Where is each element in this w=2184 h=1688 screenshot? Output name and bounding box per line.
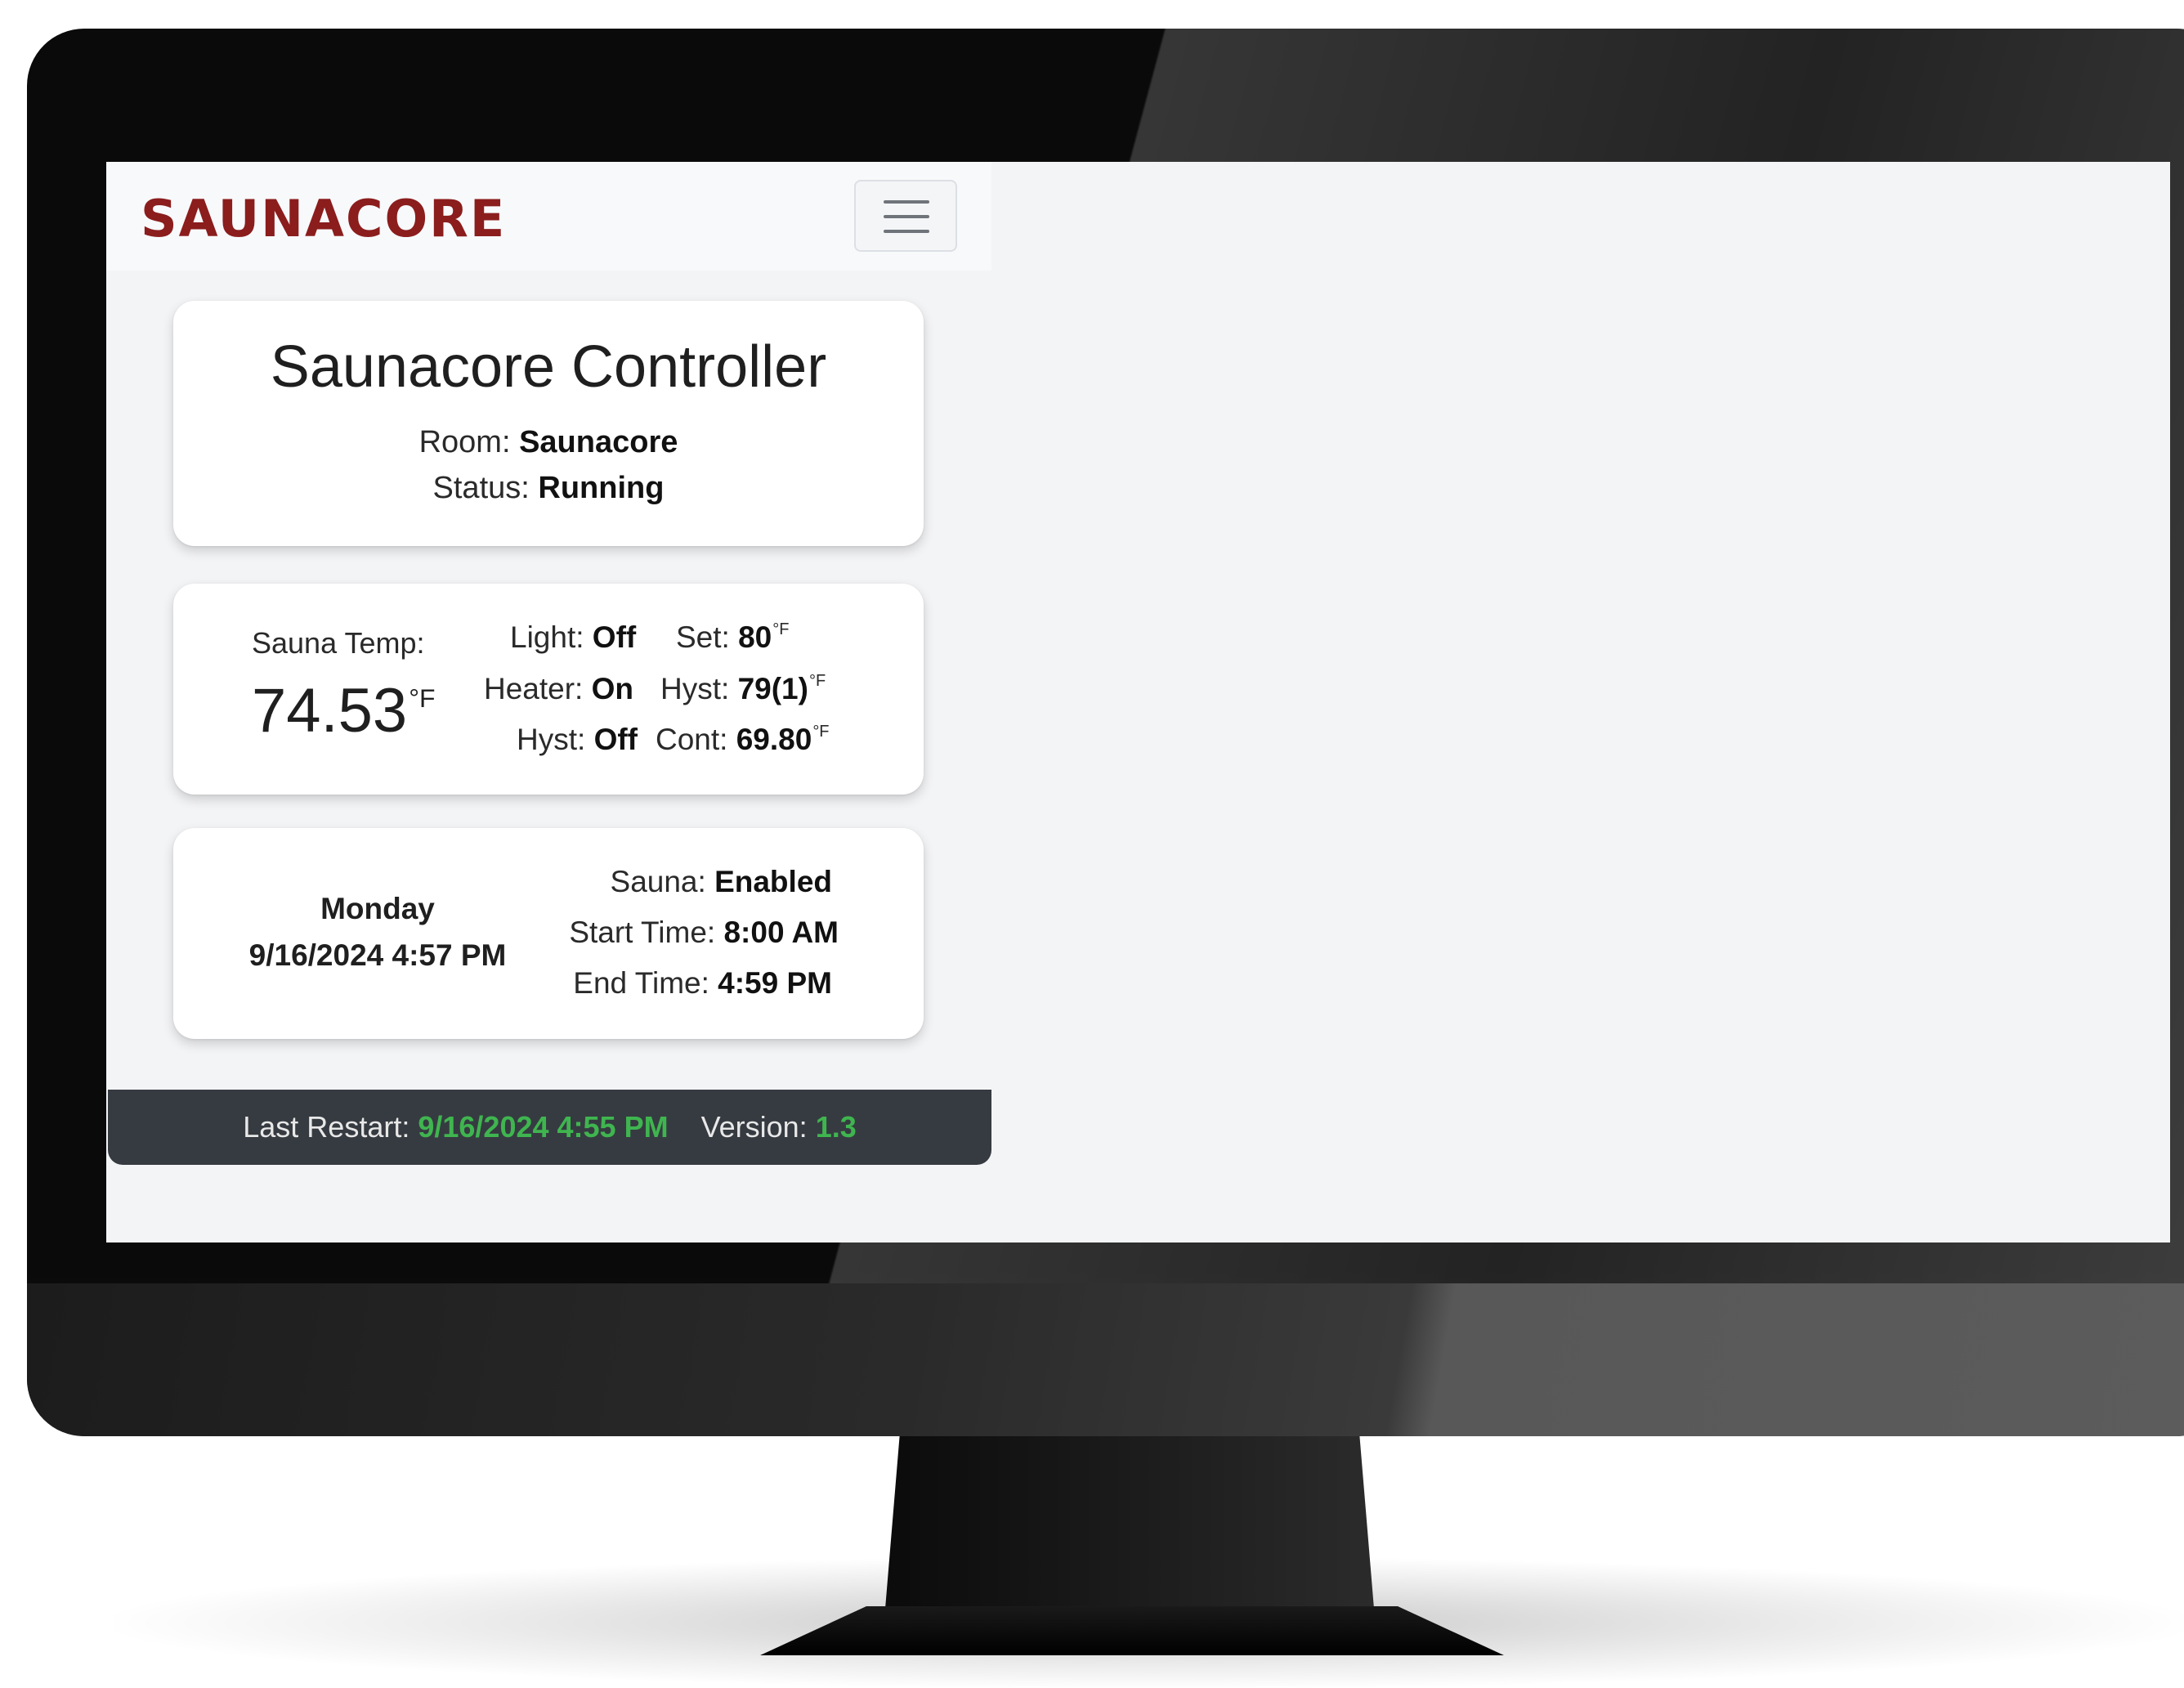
status-label: Status: bbox=[432, 471, 530, 505]
hyst-unit: °F bbox=[808, 672, 826, 690]
monitor-screen: SAUNACORE Saunacore Controller Room: Sau… bbox=[106, 162, 2170, 1242]
footer-text: Last Restart: 9/16/2024 4:55 PM Version:… bbox=[108, 1090, 991, 1165]
hyst-label: Hyst: bbox=[660, 672, 730, 705]
controller-card: Saunacore Controller Room: Saunacore Sta… bbox=[173, 301, 924, 546]
set-value: 80 bbox=[738, 620, 772, 654]
sauna-temp-value: 74.53°F bbox=[252, 675, 435, 746]
sauna-temp-unit: °F bbox=[409, 683, 436, 713]
version-label: Version: bbox=[700, 1110, 808, 1144]
saunacore-logo[interactable]: SAUNACORE bbox=[141, 186, 506, 252]
hyst-state-label: Hyst: bbox=[517, 723, 586, 756]
sauna-value: Enabled bbox=[714, 865, 832, 898]
cont-label: Cont: bbox=[656, 723, 728, 756]
end-time-label: End Time: bbox=[573, 966, 709, 1000]
end-time-row: End Time: 4:59 PM bbox=[573, 966, 832, 1001]
navbar: SAUNACORE bbox=[106, 162, 991, 271]
start-time-value: 8:00 AM bbox=[723, 916, 839, 949]
menu-toggle-button[interactable] bbox=[854, 180, 957, 252]
room-label: Room: bbox=[418, 425, 511, 459]
light-label: Light: bbox=[510, 620, 584, 654]
heater-value: On bbox=[591, 672, 634, 705]
status-line: Status: Running bbox=[173, 471, 924, 506]
current-datetime: 9/16/2024 4:57 PM bbox=[248, 938, 507, 972]
day-label: Monday bbox=[320, 892, 435, 925]
monitor-stand bbox=[884, 1422, 1375, 1619]
room-line: Room: Saunacore bbox=[173, 425, 924, 460]
version-value: 1.3 bbox=[815, 1110, 857, 1144]
status-value: Running bbox=[538, 471, 665, 505]
monitor-chin bbox=[27, 1283, 2184, 1436]
last-restart-value: 9/16/2024 4:55 PM bbox=[418, 1110, 669, 1144]
footer: Last Restart: 9/16/2024 4:55 PM Version:… bbox=[108, 1090, 991, 1165]
cont-value: 69.80 bbox=[736, 723, 812, 756]
sauna-enabled-row: Sauna: Enabled bbox=[611, 865, 832, 899]
sauna-label: Sauna: bbox=[610, 865, 706, 898]
start-time-row: Start Time: 8:00 AM bbox=[569, 916, 839, 950]
hyst-state-value: Off bbox=[593, 723, 638, 756]
controller-title: Saunacore Controller bbox=[270, 334, 827, 400]
sauna-temp-label: Sauna Temp: bbox=[252, 626, 425, 660]
hyst-value: 79(1) bbox=[737, 672, 808, 705]
monitor-stand-base bbox=[760, 1606, 1504, 1655]
light-value: Off bbox=[592, 620, 637, 654]
temperature-card: Sauna Temp: 74.53°F Light: Off Set: 80°F… bbox=[173, 584, 924, 795]
end-time-value: 4:59 PM bbox=[718, 966, 832, 1000]
cont-unit: °F bbox=[812, 723, 830, 741]
start-time-label: Start Time: bbox=[569, 916, 716, 949]
sauna-temp-number: 74.53 bbox=[252, 676, 408, 745]
set-label: Set: bbox=[676, 620, 730, 654]
saunacore-app: SAUNACORE Saunacore Controller Room: Sau… bbox=[106, 162, 991, 1242]
heater-label: Heater: bbox=[484, 672, 584, 705]
room-value: Saunacore bbox=[519, 425, 678, 459]
schedule-card: Monday 9/16/2024 4:57 PM Sauna: Enabled … bbox=[173, 828, 924, 1039]
last-restart-label: Last Restart: bbox=[243, 1110, 410, 1144]
set-unit: °F bbox=[772, 620, 790, 638]
